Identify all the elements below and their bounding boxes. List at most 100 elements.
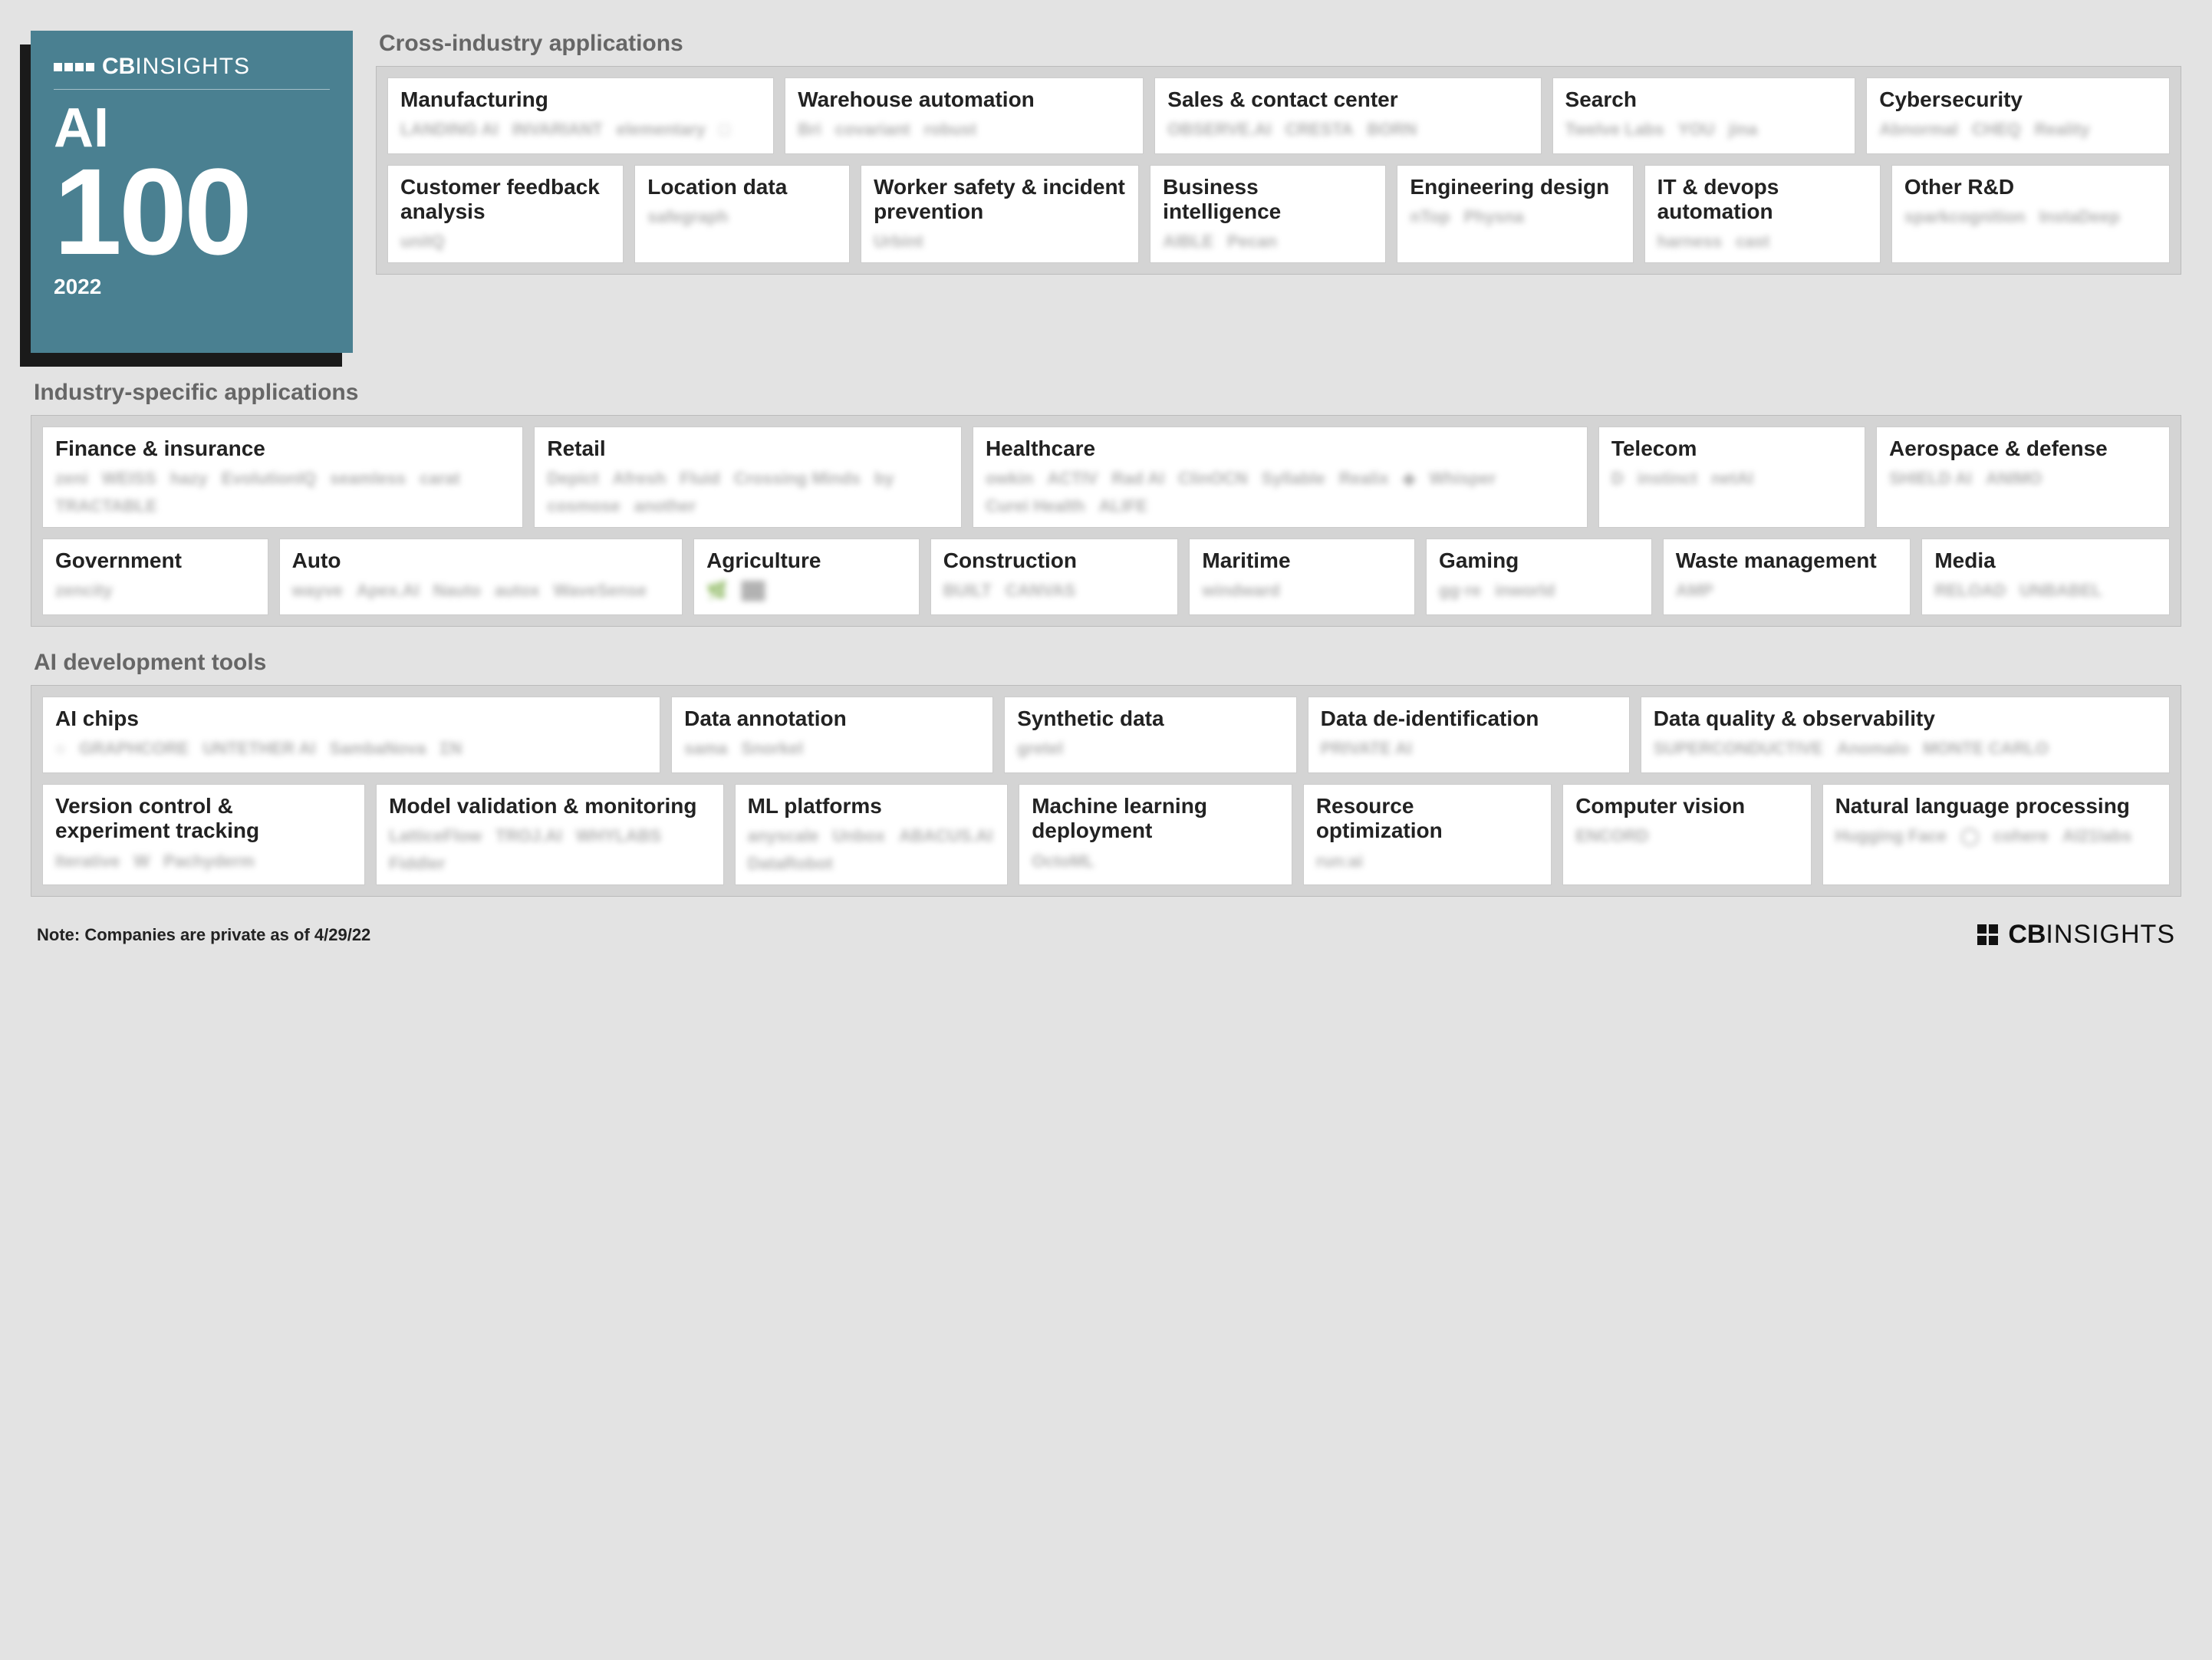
category-title: Sales & contact center — [1167, 87, 1528, 112]
logo-list: BUILTCANVAS — [943, 581, 1166, 601]
category-title: Cybersecurity — [1879, 87, 2157, 112]
logo-list: nTopPhysna — [1410, 207, 1620, 227]
category-title: Gaming — [1439, 548, 1639, 573]
category-title: Model validation & monitoring — [389, 794, 710, 818]
footer-note: Note: Companies are private as of 4/29/2… — [37, 925, 370, 945]
company-logo: ClinOCN — [1178, 469, 1247, 489]
logo-list: Hugging Face◯cohereAI21labs — [1835, 826, 2157, 846]
category-cell: Maritimewindward — [1189, 539, 1415, 615]
company-logo: WEISS — [102, 469, 156, 489]
category-cell: Waste managementAMP — [1663, 539, 1911, 615]
category-cell: Sales & contact centerOBSERVE.AICRESTABO… — [1154, 77, 1541, 154]
infographic-container: CBINSIGHTS AI 100 2022 Cross-industry ap… — [31, 31, 2181, 950]
company-logo: ○ — [55, 739, 65, 759]
logo-list: safegraph — [647, 207, 837, 227]
category-cell: ML platformsanyscaleUnboxABACUS.AIDataRo… — [735, 784, 1009, 885]
company-logo: Rad AI — [1111, 469, 1164, 489]
category-cell: Other R&DsparkcognitionInstaDeep — [1891, 165, 2170, 263]
company-logo: ALIFE — [1099, 496, 1148, 516]
category-cell: IT & devops automation harness cast — [1644, 165, 1881, 263]
company-logo: Curei Health — [986, 496, 1085, 516]
category-title: Construction — [943, 548, 1166, 573]
company-logo: Fiddler — [389, 854, 445, 874]
company-logo: Bri — [798, 120, 821, 140]
company-logo: 🌿 — [706, 581, 727, 601]
logo-list: harness cast — [1657, 232, 1868, 252]
category-cell: TelecomDinstinctnetAI — [1598, 427, 1865, 528]
logo-list: gretel — [1017, 739, 1283, 759]
company-logo: Nauto — [433, 581, 481, 601]
company-logo: zencity — [55, 581, 113, 601]
category-cell: Gaminggg·reinworld — [1426, 539, 1652, 615]
company-logo: CRESTA — [1285, 120, 1354, 140]
section-industry-specific: Industry-specific applications Finance &… — [31, 380, 2181, 627]
category-title: Media — [1934, 548, 2157, 573]
category-cell: AutowayveApex.AINautoautoxWaveSense — [279, 539, 683, 615]
company-logo: ██ — [741, 581, 765, 601]
company-logo: Apex.AI — [357, 581, 420, 601]
company-logo: jina — [1728, 120, 1757, 140]
company-logo: Reality — [2035, 120, 2090, 140]
category-cell: Synthetic datagretel — [1004, 697, 1296, 773]
company-logo: instinct — [1638, 469, 1697, 489]
category-cell: MediaRELOADUNBABEL — [1921, 539, 2170, 615]
category-title: Search — [1565, 87, 1843, 112]
logo-list: OBSERVE.AICRESTABORN — [1167, 120, 1528, 140]
logo-list: LANDING AIINVARIANTelementary□ — [400, 120, 761, 140]
logo-list: PRIVATE AI — [1321, 739, 1617, 759]
company-logo: ◆ — [1403, 469, 1416, 489]
company-logo: LANDING AI — [400, 120, 499, 140]
logo-list: owkinACTIVRad AIClinOCNSyllableRealix◆Wh… — [986, 469, 1575, 516]
company-logo: elementary — [617, 120, 706, 140]
company-logo: Anomalo — [1837, 739, 1909, 759]
company-logo: Pachyderm — [163, 851, 255, 871]
category-cell: Business intelligenceAIBLEPecan — [1150, 165, 1386, 263]
company-logo: EvolutionIQ — [222, 469, 316, 489]
category-cell: Computer visionENCORD — [1562, 784, 1811, 885]
company-logo: ACTIV — [1047, 469, 1098, 489]
company-logo: Afresh — [613, 469, 667, 489]
company-logo: carat — [420, 469, 460, 489]
logo-list: AMP — [1676, 581, 1898, 601]
category-cell: Data de-identificationPRIVATE AI — [1308, 697, 1630, 773]
title-badge: CBINSIGHTS AI 100 2022 — [31, 31, 353, 353]
category-title: Worker safety & incident prevention — [874, 175, 1126, 224]
category-title: Telecom — [1611, 436, 1852, 461]
logo-list: run:ai — [1316, 851, 1539, 871]
company-logo: WaveSense — [554, 581, 647, 601]
company-logo: cast — [1736, 232, 1769, 252]
company-logo: Depict — [547, 469, 598, 489]
category-cell: Model validation & monitoring LatticeFlow… — [376, 784, 723, 885]
cbinsights-logo-badge: CBINSIGHTS — [54, 54, 330, 80]
category-cell: Construction BUILTCANVAS — [930, 539, 1179, 615]
company-logo: Urbint — [874, 232, 923, 252]
category-title: IT & devops automation — [1657, 175, 1868, 224]
company-logo: W — [133, 851, 150, 871]
company-logo: inworld — [1495, 581, 1555, 601]
logo-list: OctoML — [1032, 851, 1279, 871]
company-logo: autox — [495, 581, 540, 601]
company-logo: safegraph — [647, 207, 728, 227]
category-title: Data annotation — [684, 706, 980, 731]
category-cell: Finance & insurancezeniWEISShazyEvolutio… — [42, 427, 523, 528]
company-logo: zeni — [55, 469, 88, 489]
category-cell: Location datasafegraph — [634, 165, 850, 263]
logo-list: SUPERCONDUCTIVEAnomaloMONTE CARLO — [1654, 739, 2157, 759]
company-logo: OBSERVE.AI — [1167, 120, 1271, 140]
company-logo: harness — [1657, 232, 1722, 252]
company-logo: LatticeFlow — [389, 826, 482, 846]
category-title: Manufacturing — [400, 87, 761, 112]
logo-list: Urbint — [874, 232, 1126, 252]
company-logo: PRIVATE AI — [1321, 739, 1412, 759]
category-title: Agriculture — [706, 548, 907, 573]
category-cell: Version control & experiment trackingIte… — [42, 784, 365, 885]
category-cell: AI chips○GRAPHCOREUNTETHER AISambaNovaΣN — [42, 697, 660, 773]
company-logo: BUILT — [943, 581, 992, 601]
category-title: Customer feedback analysis — [400, 175, 611, 224]
category-title: Other R&D — [1904, 175, 2157, 199]
company-logo: MONTE CARLO — [1923, 739, 2049, 759]
cb-icon — [54, 63, 94, 71]
category-title: Retail — [547, 436, 949, 461]
company-logo: Unbox — [833, 826, 885, 846]
company-logo: seamless — [330, 469, 406, 489]
